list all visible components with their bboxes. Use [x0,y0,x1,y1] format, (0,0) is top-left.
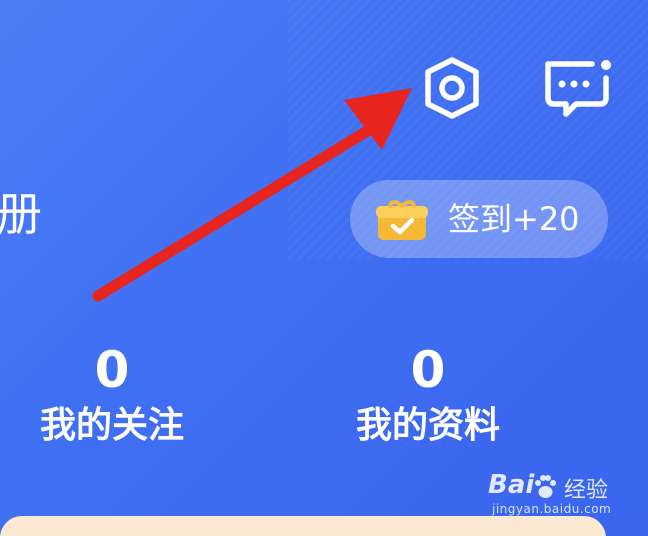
message-icon [545,60,611,117]
user-name[interactable]: 册 [0,186,42,242]
watermark-url: jingyan.baidu.com [492,502,612,516]
checkin-label: 签到+20 [448,200,580,238]
watermark-brand-cn: 经验 [564,478,609,503]
profile-header: 册 签到+20 0 我的关注 0 我的资料 Bai 经验 jingyan.bai… [0,0,648,536]
paw-icon [535,475,556,498]
following-label: 我的关注 [39,405,184,446]
gift-icon [376,200,428,240]
settings-button[interactable] [418,54,486,122]
gear-icon [425,57,479,119]
watermark: Bai 经验 jingyan.baidu.com [488,470,618,526]
profile-label: 我的资料 [355,405,500,446]
following-stat[interactable]: 0 我的关注 [12,340,212,448]
messages-button[interactable] [540,56,614,120]
profile-stat[interactable]: 0 我的资料 [328,340,528,448]
checkin-button[interactable]: 签到+20 [350,180,608,258]
profile-count: 0 [410,341,446,399]
following-count: 0 [94,341,130,399]
watermark-brand: Bai [488,470,535,500]
